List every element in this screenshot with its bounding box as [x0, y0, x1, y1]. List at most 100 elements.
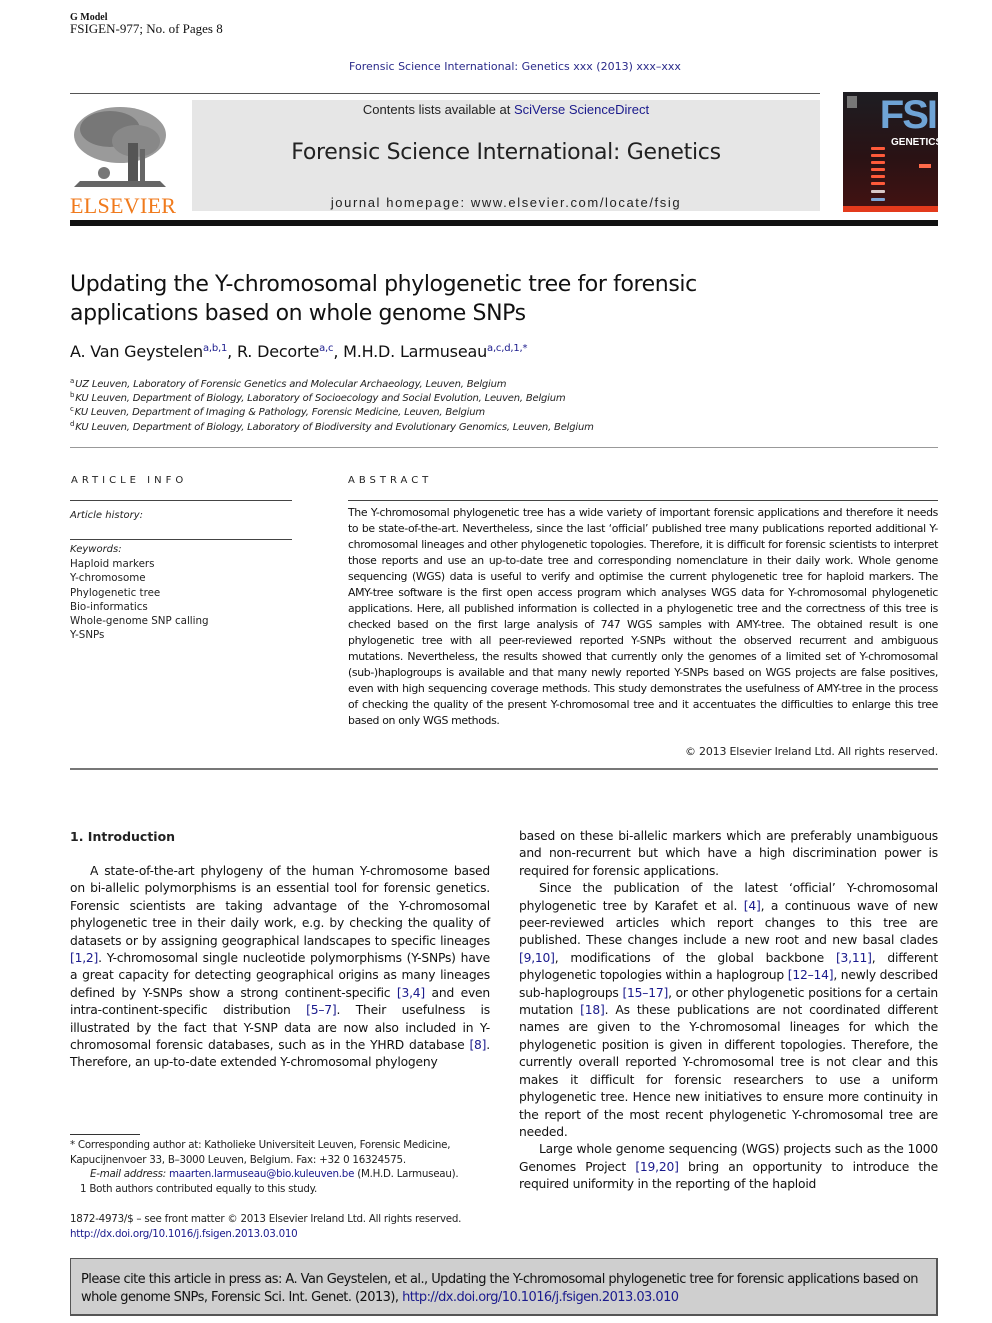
gel-band	[871, 147, 885, 150]
gel-band	[871, 198, 885, 201]
gel-band	[871, 182, 885, 185]
manuscript-id: FSIGEN-977; No. of Pages 8	[70, 21, 223, 36]
keyword: Haploid markers	[70, 558, 155, 570]
citation-link[interactable]: [9,10]	[519, 951, 555, 965]
header-top-rule	[70, 93, 820, 94]
body-paragraph: A state-of-the-art phylogeny of the huma…	[70, 863, 490, 1072]
article-in-press-label: ARTICLE IN PRESS	[350, 9, 655, 45]
body-column-right: based on these bi-allelic markers which …	[519, 828, 938, 1194]
affiliation-key: d	[70, 420, 75, 428]
citation-link[interactable]: [18]	[580, 1003, 605, 1017]
journal-cover-image: FSI GENETICS	[843, 92, 938, 212]
author-affiliation-marks[interactable]: a,b,1	[203, 343, 227, 354]
section-heading: 1. Introduction	[70, 829, 176, 844]
article-history-label: Article history:	[70, 510, 144, 521]
divider	[70, 768, 938, 770]
email-label: E-mail address:	[90, 1168, 169, 1180]
body-text: A state-of-the-art phylogeny of the huma…	[70, 864, 490, 948]
body-paragraph: Large whole genome sequencing (WGS) proj…	[519, 1141, 938, 1193]
doi-link[interactable]: http://dx.doi.org/10.1016/j.fsigen.2013.…	[70, 1227, 461, 1242]
divider	[70, 539, 292, 540]
author-affiliation-marks[interactable]: a,c,d,1,*	[487, 343, 527, 354]
citation-link[interactable]: [19,20]	[635, 1160, 679, 1174]
body-paragraph: based on these bi-allelic markers which …	[519, 828, 938, 880]
citation-link[interactable]: [5–7]	[306, 1003, 337, 1017]
front-matter: 1872-4973/$ – see front matter © 2013 El…	[70, 1212, 461, 1242]
gel-band	[871, 161, 885, 164]
footnotes: * Corresponding author at: Katholieke Un…	[70, 1138, 490, 1196]
keyword: Bio-informatics	[70, 600, 148, 613]
abstract-text: The Y-chromosomal phylogenetic tree has …	[348, 506, 938, 727]
equal-contribution-note: 1 Both authors contributed equally to th…	[80, 1182, 318, 1195]
keyword: Whole-genome SNP calling	[70, 615, 209, 628]
abstract-heading: ABSTRACT	[348, 475, 433, 486]
article-info-heading: ARTICLE INFO	[71, 475, 188, 486]
corresponding-author-note: * Corresponding author at: Katholieke Un…	[70, 1138, 490, 1167]
affiliation-text: KU Leuven, Department of Biology, Labora…	[75, 422, 594, 433]
affiliation-key: a	[70, 377, 75, 385]
affiliation-text: UZ Leuven, Laboratory of Forensic Geneti…	[75, 379, 507, 390]
keywords-label: Keywords:	[70, 544, 122, 555]
affiliation-key: b	[70, 391, 75, 399]
citation-link[interactable]: [8]	[469, 1038, 486, 1052]
body-text: , modifications of the global backbone	[554, 950, 836, 965]
cover-footer-strip	[843, 206, 938, 212]
gel-band	[871, 154, 885, 157]
body-paragraph: Since the publication of the latest ‘off…	[519, 880, 938, 1141]
cover-title: FSI	[879, 93, 938, 137]
article-title: Updating the Y-chromosomal phylogenetic …	[70, 270, 770, 328]
contents-prefix: Contents lists available at	[362, 102, 514, 117]
email-link[interactable]: maarten.larmuseau@bio.kuleuven.be	[169, 1168, 354, 1180]
email-suffix: (M.H.D. Larmuseau).	[354, 1168, 459, 1180]
sciencedirect-link[interactable]: SciVerse ScienceDirect	[514, 102, 649, 117]
title-line: Updating the Y-chromosomal phylogenetic …	[70, 272, 697, 297]
keyword: Y-SNPs	[70, 629, 105, 642]
gel-band	[871, 175, 885, 178]
divider	[70, 500, 292, 501]
keywords-list: Haploid markers Y-chromosome Phylogeneti…	[70, 557, 209, 643]
contents-available-line: Contents lists available at SciVerse Sci…	[192, 102, 820, 117]
body-text: . As these publications are not coordina…	[519, 1003, 939, 1139]
gel-band	[871, 168, 885, 171]
citation-link[interactable]: [3,4]	[397, 986, 425, 1000]
author-affiliation-marks[interactable]: a,c	[319, 343, 333, 354]
abstract-copyright: © 2013 Elsevier Ireland Ltd. All rights …	[684, 745, 938, 758]
front-matter-text: 1872-4973/$ – see front matter © 2013 El…	[70, 1213, 462, 1225]
citation-link[interactable]: [3,11]	[836, 951, 872, 965]
divider	[348, 500, 938, 501]
author-separator: ,	[333, 342, 344, 361]
footnote-rule	[70, 1134, 140, 1135]
affiliation: cKU Leuven, Department of Imaging & Path…	[70, 405, 485, 418]
affiliation-key: c	[70, 405, 74, 413]
journal-title: Forensic Science International: Genetics	[291, 140, 721, 165]
citation-link[interactable]: [4]	[744, 899, 761, 913]
affiliation: aUZ Leuven, Laboratory of Forensic Genet…	[70, 377, 507, 390]
cover-publisher-logo	[847, 96, 857, 108]
affiliation: bKU Leuven, Department of Biology, Labor…	[70, 391, 566, 404]
author-name: M.H.D. Larmuseau	[343, 342, 488, 361]
keyword: Y-chromosome	[70, 572, 146, 585]
author-list: A. Van Geystelena,b,1, R. Decortea,c, M.…	[70, 342, 527, 361]
citation-text: Please cite this article in press as: A.…	[81, 1271, 931, 1307]
keyword: Phylogenetic tree	[70, 586, 161, 599]
divider	[70, 447, 938, 448]
citation-link[interactable]: [15–17]	[622, 986, 668, 1000]
corresponding-author-text: * Corresponding author at: Katholieke Un…	[70, 1139, 451, 1166]
journal-homepage[interactable]: journal homepage: www.elsevier.com/locat…	[192, 195, 820, 210]
body-column-left: A state-of-the-art phylogeny of the huma…	[70, 863, 490, 1072]
elsevier-wordmark: ELSEVIER	[70, 193, 177, 218]
affiliation-text: KU Leuven, Department of Biology, Labora…	[75, 393, 566, 404]
affiliation-text: KU Leuven, Department of Imaging & Patho…	[74, 407, 485, 418]
affiliation: dKU Leuven, Department of Biology, Labor…	[70, 420, 594, 433]
cover-subtitle: GENETICS	[891, 137, 938, 148]
author-name: R. Decorte	[236, 342, 320, 361]
body-text: based on these bi-allelic markers which …	[519, 829, 938, 878]
citation-doi-link[interactable]: http://dx.doi.org/10.1016/j.fsigen.2013.…	[402, 1290, 679, 1305]
gel-band	[871, 190, 885, 193]
header-bottom-rule	[70, 220, 938, 226]
author-separator: ,	[227, 342, 237, 361]
journal-reference[interactable]: Forensic Science International: Genetics…	[0, 60, 992, 73]
citation-link[interactable]: [12–14]	[788, 968, 834, 982]
citation-link[interactable]: [1,2]	[70, 951, 98, 965]
author-name: A. Van Geystelen	[70, 342, 203, 361]
